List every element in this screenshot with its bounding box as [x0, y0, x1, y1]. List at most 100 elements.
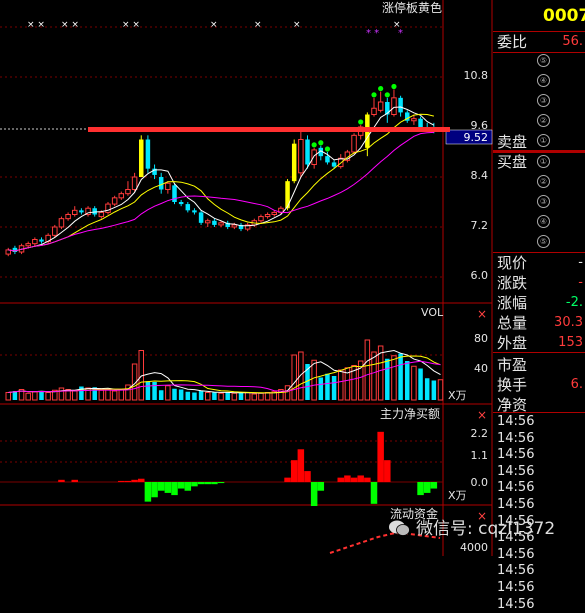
volume-bar: [284, 385, 291, 401]
capital-close-icon[interactable]: ×: [477, 408, 487, 422]
capital-bar: [344, 475, 351, 482]
volume-bar: [198, 391, 204, 400]
volume-bar: [32, 391, 38, 401]
candle-body: [178, 202, 184, 205]
volume-bar: [338, 369, 344, 401]
capital-bar: [144, 482, 152, 502]
volume-unit: X万: [448, 389, 467, 402]
quote-row-label: 现价: [497, 254, 528, 272]
candle-body: [371, 107, 377, 115]
candle-body: [418, 118, 423, 127]
volume-bar: [431, 380, 437, 400]
watermark: 微信号: cqzl1372: [388, 514, 555, 539]
capital-bar: [171, 482, 178, 496]
volume-bar: [364, 339, 371, 401]
capital-bar: [138, 478, 145, 482]
tick-time: 14:56: [497, 580, 535, 595]
capital-tick: 2.2: [471, 427, 489, 440]
candle-body: [311, 149, 317, 166]
capital-bar: [71, 479, 78, 482]
volume-bar: [105, 389, 111, 401]
candle-body: [58, 218, 65, 228]
volume-bar: [185, 391, 191, 400]
signal-markers: × × × × × × × × × ×: [27, 20, 401, 30]
capital-bar: [350, 477, 358, 482]
candle-body: [218, 222, 224, 226]
capital-bar: [417, 482, 424, 496]
capital-bar: [384, 460, 391, 482]
sell-level-marker: ③: [537, 94, 550, 107]
signal-dot: [324, 146, 331, 152]
capital-bar: [151, 482, 158, 498]
volume-bar: [152, 382, 157, 400]
resistance-line: [88, 127, 450, 132]
tick-time: 14:56: [497, 546, 535, 562]
candle-body: [105, 203, 111, 213]
sell-label: 卖盘: [497, 133, 528, 151]
candle-body: [185, 204, 191, 211]
tick-time: 14:56: [497, 596, 535, 612]
volume-bar: [145, 381, 151, 400]
volume-bar: [218, 392, 224, 401]
tick-time: 14:56: [497, 447, 535, 463]
svg-text:*: *: [398, 28, 403, 39]
candle-body: [331, 162, 337, 167]
volume-close-icon[interactable]: ×: [477, 307, 487, 321]
price-tick: 10.8: [464, 69, 489, 82]
volume-tick: 40: [474, 362, 488, 375]
stock-code: 0007: [543, 6, 585, 26]
capital-bar: [157, 482, 165, 491]
quote-panel: 0007 委比 56. ⑤ ④ ③ ② ① 卖盘 买盘 ① ② ③ ④ ⑤ 现价 - 涨跌 - 涨幅 -2…: [493, 0, 585, 612]
volume-title: VOL: [421, 306, 444, 319]
current-price-tag-text: 9.52: [464, 131, 489, 144]
quote-row-value: -: [578, 275, 583, 290]
capital-bar: [317, 482, 325, 491]
volume-bar: [251, 393, 258, 401]
capital-bar: [124, 480, 132, 482]
volume-bar: [231, 392, 238, 401]
signal-dot: [371, 92, 377, 98]
candle-body: [298, 139, 304, 174]
volume-bar: [325, 373, 330, 400]
capital-bar: [197, 482, 205, 485]
sell-level-marker: ⑤: [537, 54, 550, 67]
candle-body: [98, 211, 105, 218]
candle-body: [192, 210, 197, 213]
candlestick-series: [5, 89, 437, 257]
candle-body: [411, 118, 417, 122]
volume-bar: [172, 388, 177, 400]
capital-bar: [370, 482, 378, 504]
capital-bar: [58, 479, 65, 482]
quote-row-label: 市盈: [497, 356, 528, 374]
weibi-label: 委比: [497, 33, 528, 51]
volume-bar: [25, 392, 31, 401]
buy-level-marker: ①: [537, 155, 550, 168]
tick-time: 14:56: [497, 414, 535, 429]
volume-bar: [39, 391, 44, 400]
volume-bar: [98, 389, 105, 401]
capital-bar: [430, 482, 438, 489]
candle-body: [111, 197, 118, 205]
volume-bar: [45, 392, 51, 401]
capital-bar: [184, 482, 192, 491]
sell-level-marker: ①: [537, 134, 550, 147]
capital-bar: [191, 482, 198, 487]
volume-bar: [311, 359, 317, 401]
volume-bar: [244, 392, 251, 401]
volume-bar: [391, 355, 397, 401]
signal-dot: [318, 140, 324, 146]
svg-text:× ×: × ×: [122, 20, 140, 30]
signal-dot: [378, 85, 384, 92]
volume-bar: [205, 392, 211, 401]
capital-bar: [310, 482, 318, 506]
quote-row-value: -2.: [565, 295, 583, 310]
candle-body: [391, 97, 397, 116]
stock-terminal: { "main_chart": { "indicator_title": "涨停…: [0, 0, 585, 612]
wechat-icon: [389, 520, 410, 536]
quote-row-label: 外盘: [497, 334, 528, 352]
quote-row-value: 6.: [570, 377, 583, 392]
volume-bar: [385, 358, 390, 400]
tick-time: 14:56: [497, 480, 535, 496]
capital-bar: [131, 479, 138, 482]
quote-row-label: 涨跌: [497, 274, 528, 292]
